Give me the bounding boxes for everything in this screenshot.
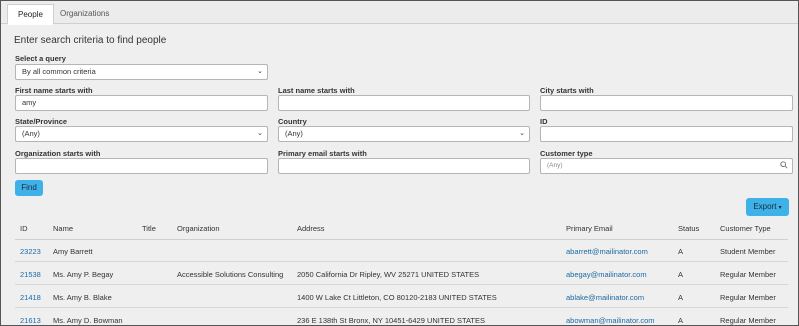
person-customer-type: Student Member [720, 247, 776, 256]
organization-label: Organization starts with [15, 149, 101, 158]
search-icon [780, 161, 788, 169]
email-label: Primary email starts with [278, 149, 367, 158]
chevron-down-icon: ⌄ [257, 68, 263, 75]
person-customer-type: Regular Member [720, 316, 776, 325]
customer-type-field[interactable]: (Any) [540, 158, 793, 174]
find-button[interactable]: Find [15, 180, 43, 196]
person-address: 236 E 138th St Bronx, NY 10451-6429 UNIT… [297, 316, 486, 325]
column-header-email[interactable]: Primary Email [566, 224, 613, 233]
table-row: 23223 Amy Barrett abarrett@mailinator.co… [15, 240, 788, 262]
person-email-link[interactable]: abarrett@mailinator.com [566, 247, 648, 256]
customer-type-label: Customer type [540, 149, 593, 158]
column-header-organization[interactable]: Organization [177, 224, 220, 233]
chevron-down-icon: ⌄ [257, 130, 263, 137]
caret-down-icon: ▾ [778, 205, 782, 211]
query-label: Select a query [15, 54, 66, 63]
person-name: Ms. Amy P. Begay [53, 270, 114, 279]
email-field[interactable] [278, 158, 530, 174]
query-select[interactable]: By all common criteria ⌄ [15, 64, 268, 80]
person-address: 2050 California Dr Ripley, WV 25271 UNIT… [297, 270, 480, 279]
tab-organizations[interactable]: Organizations [50, 4, 119, 25]
column-header-id[interactable]: ID [20, 224, 28, 233]
organization-field[interactable] [15, 158, 268, 174]
country-label: Country [278, 117, 307, 126]
person-status: A [678, 293, 684, 302]
table-row: 21538 Ms. Amy P. Begay Accessible Soluti… [15, 263, 788, 285]
last-name-field[interactable] [278, 95, 530, 111]
person-customer-type: Regular Member [720, 270, 776, 279]
page-title: Enter search criteria to find people [14, 35, 167, 46]
person-organization: Accessible Solutions Consulting [177, 270, 284, 279]
table-row: 21613 Ms. Amy D. Bowman 236 E 138th St B… [15, 309, 788, 325]
person-name: Ms. Amy D. Bowman [53, 316, 123, 325]
person-name: Amy Barrett [53, 247, 93, 256]
person-id-link[interactable]: 21613 [20, 316, 41, 325]
person-status: A [678, 316, 684, 325]
export-button[interactable]: Export ▾ [746, 198, 789, 216]
state-select[interactable]: (Any) ⌄ [15, 126, 268, 142]
person-name: Ms. Amy B. Blake [53, 293, 112, 302]
person-id-link[interactable]: 21538 [20, 270, 41, 279]
export-label: Export [753, 202, 777, 211]
person-status: A [678, 247, 684, 256]
column-header-address[interactable]: Address [297, 224, 325, 233]
column-header-name[interactable]: Name [53, 224, 73, 233]
person-status: A [678, 270, 684, 279]
state-select-value: (Any) [22, 129, 40, 138]
people-search-panel: People Organizations Enter search criter… [0, 0, 799, 326]
id-field[interactable] [540, 126, 793, 142]
column-header-customer-type[interactable]: Customer Type [720, 224, 771, 233]
tab-people[interactable]: People [7, 4, 54, 25]
person-address: 1400 W Lake Ct Littleton, CO 80120-2183 … [297, 293, 497, 302]
column-header-title[interactable]: Title [142, 224, 156, 233]
tab-bar: People Organizations [1, 1, 798, 25]
query-select-value: By all common criteria [22, 67, 96, 76]
person-id-link[interactable]: 23223 [20, 247, 41, 256]
state-label: State/Province [15, 117, 68, 126]
person-email-link[interactable]: abegay@mailinator.com [566, 270, 647, 279]
person-customer-type: Regular Member [720, 293, 776, 302]
last-name-label: Last name starts with [278, 86, 355, 95]
person-email-link[interactable]: abowman@mailinator.com [566, 316, 654, 325]
city-label: City starts with [540, 86, 594, 95]
chevron-down-icon: ⌄ [519, 130, 525, 137]
customer-type-placeholder: (Any) [547, 162, 563, 169]
country-select[interactable]: (Any) ⌄ [278, 126, 530, 142]
first-name-field[interactable]: amy [15, 95, 268, 111]
column-header-status[interactable]: Status [678, 224, 699, 233]
id-label: ID [540, 117, 548, 126]
person-email-link[interactable]: ablake@mailinator.com [566, 293, 644, 302]
first-name-label: First name starts with [15, 86, 93, 95]
table-row: 21418 Ms. Amy B. Blake 1400 W Lake Ct Li… [15, 286, 788, 308]
person-id-link[interactable]: 21418 [20, 293, 41, 302]
city-field[interactable] [540, 95, 793, 111]
country-select-value: (Any) [285, 129, 303, 138]
